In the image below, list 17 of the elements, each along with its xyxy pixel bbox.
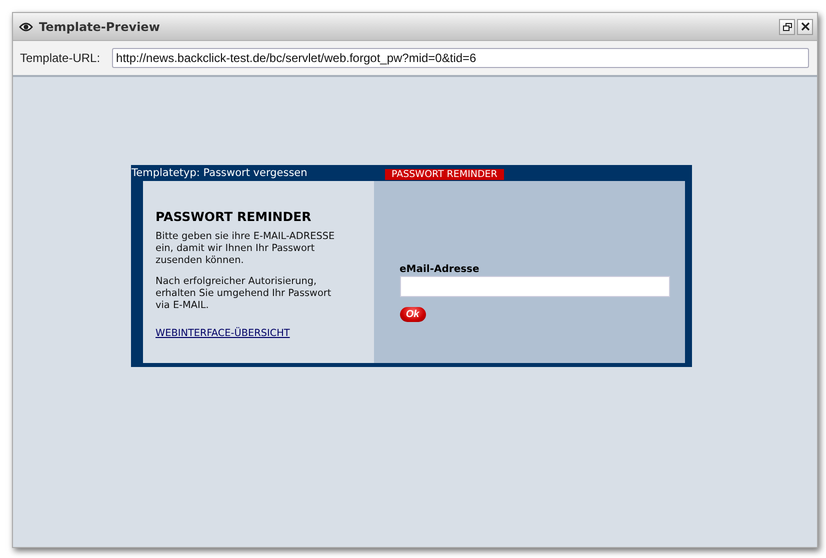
overview-link[interactable]: WEBINTERFACE-ÜBERSICHT — [156, 328, 290, 339]
email-label: eMail-Adresse — [400, 264, 480, 275]
close-icon — [800, 22, 810, 31]
paragraph: Bitte geben sie ihre E-MAIL-ADRESSE ein, damit wir Ihnen Ihr Passwort zusenden können. — [156, 231, 336, 267]
eye-icon — [19, 22, 33, 32]
email-field[interactable] — [400, 276, 670, 297]
ok-button[interactable]: Ok — [400, 307, 426, 322]
close-button[interactable] — [797, 18, 813, 34]
heading: PASSWORT REMINDER — [156, 209, 312, 224]
restore-icon — [782, 22, 792, 30]
url-label: Template-URL: — [20, 51, 100, 65]
restore-button[interactable] — [779, 18, 795, 34]
template-badge: PASSWORT REMINDER — [384, 168, 504, 180]
window-title: Template-Preview — [39, 20, 160, 34]
template-type: Templatetyp: Passwort vergessen — [132, 167, 308, 179]
url-field[interactable]: http://news.backclick-test.de/bc/servlet/web.forgot_pw?mid=0&tid=6 — [112, 48, 809, 68]
paragraph: Nach erfolgreicher Autorisierung, erhalten Sie umgehend Ihr Passwort via E-MAIL. — [156, 276, 332, 312]
